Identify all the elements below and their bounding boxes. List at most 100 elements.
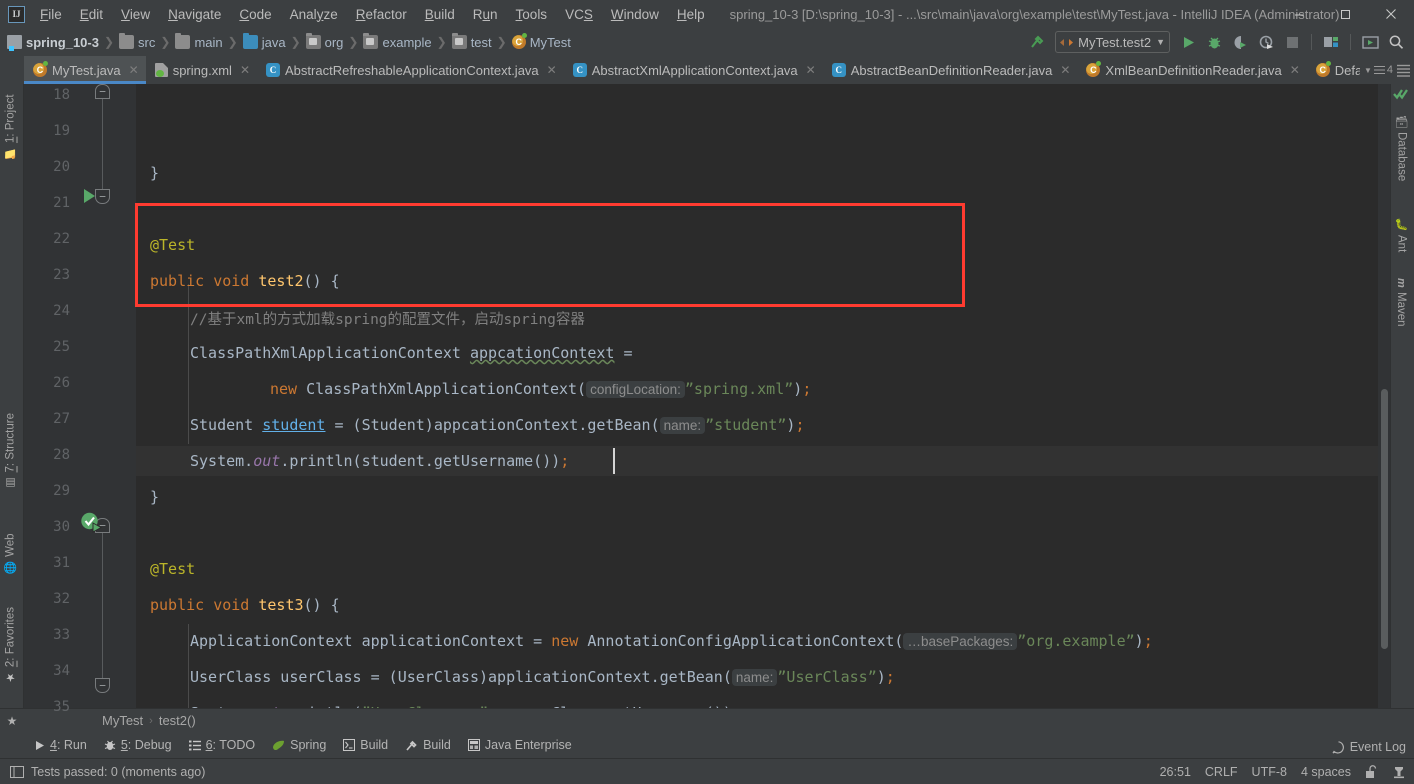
todo-icon (188, 740, 201, 750)
close-icon[interactable]: ✕ (240, 63, 250, 77)
tab-abstractxmlapplicationcontext-java[interactable]: C AbstractXmlApplicationContext.java ✕ (564, 56, 823, 84)
menu-file[interactable]: File (31, 4, 71, 25)
project-structure-button[interactable] (1319, 30, 1343, 54)
sidebar-item-favorites[interactable]: ★ 2: Favorites (4, 603, 18, 688)
tool-window-label: 5: Debug (120, 738, 172, 752)
sidebar-item-web[interactable]: 🌐 Web (4, 529, 18, 578)
menu-view[interactable]: View (112, 4, 159, 25)
close-icon[interactable]: ✕ (1060, 63, 1070, 77)
breadcrumb-item-example[interactable]: example (363, 33, 432, 50)
sidebar-item-ant[interactable]: 🐛 Ant (1395, 214, 1408, 257)
sidebar-item-structure[interactable]: ▤ 7: Structure (4, 409, 18, 493)
code-editor-area[interactable]: } @Test public void test2() { //基于xml的方式… (136, 84, 1378, 708)
tool-window-run[interactable]: 4: Run (28, 735, 94, 755)
tab-xmlbeandefinitionreader-java[interactable]: C XmlBeanDefinitionReader.java ✕ (1077, 56, 1306, 84)
tab-abstractrefreshableapplicationcontext-java[interactable]: C AbstractRefreshableApplicationContext.… (257, 56, 564, 84)
breadcrumb-item-class[interactable]: C MyTest (511, 33, 571, 50)
menu-help[interactable]: Help (668, 4, 714, 25)
fold-marker-collapse[interactable]: − (95, 84, 110, 99)
tool-window-spring[interactable]: Spring (265, 735, 333, 755)
breadcrumb-item-main[interactable]: main (175, 33, 223, 50)
search-everywhere-icon[interactable] (1384, 30, 1408, 54)
preview-button[interactable] (1358, 30, 1382, 54)
tool-window-java-enterprise[interactable]: Java Enterprise (461, 735, 579, 755)
breadcrumb-item-module[interactable]: spring_10-3 (7, 35, 99, 51)
close-icon[interactable]: ✕ (129, 63, 139, 77)
code-line-21: public void test2() { (150, 272, 340, 290)
menu-tools[interactable]: Tools (507, 4, 557, 25)
tab-spring-xml[interactable]: spring.xml ✕ (146, 56, 257, 84)
code-line-29: @Test (150, 560, 195, 578)
minimize-button[interactable] (1276, 0, 1322, 28)
event-log-button[interactable]: Event Log (1332, 736, 1406, 758)
breadcrumb-class[interactable]: MyTest (102, 713, 143, 728)
fold-marker-collapse[interactable]: − (95, 678, 110, 693)
run-test-gutter-icon[interactable] (84, 189, 95, 203)
menu-analyze[interactable]: Analyze (281, 4, 347, 25)
run-button[interactable] (1176, 30, 1200, 54)
fold-marker-collapse[interactable]: − (95, 189, 110, 204)
build-project-button[interactable] (1025, 30, 1049, 54)
breadcrumb-item-src[interactable]: src (119, 33, 155, 50)
code-line-31: ApplicationContext applicationContext = … (190, 632, 1153, 650)
stop-button[interactable] (1280, 30, 1304, 54)
file-encoding[interactable]: UTF-8 (1252, 765, 1287, 779)
tool-window-terminal[interactable]: Build (336, 735, 395, 755)
favorites-star-icon[interactable]: ★ (0, 714, 24, 728)
sidebar-item-maven[interactable]: m Maven (1395, 274, 1407, 330)
close-icon[interactable]: ✕ (547, 63, 557, 77)
menu-window[interactable]: Window (602, 4, 668, 25)
sidebar-item-database[interactable]: 🗃 Database (1395, 110, 1408, 185)
editor-gutter[interactable]: 18 19 20 21 22 23 24 25 26 27 28 29 30 3… (24, 84, 136, 715)
window-controls (1276, 0, 1414, 28)
tab-label: spring.xml (172, 62, 232, 78)
breadcrumb-method[interactable]: test2() (159, 713, 196, 728)
toolbar-divider (1350, 34, 1351, 50)
close-button[interactable] (1368, 0, 1414, 28)
tool-window-todo[interactable]: 6: TODO (182, 735, 263, 755)
indent-setting[interactable]: 4 spaces (1301, 765, 1351, 779)
editor-settings-icon[interactable] (1397, 64, 1410, 77)
inspections-level-icon[interactable] (1392, 765, 1406, 779)
menu-navigate[interactable]: Navigate (159, 4, 230, 25)
line-separator[interactable]: CRLF (1205, 765, 1238, 779)
sidebar-item-project[interactable]: 📁 1: Project (4, 90, 18, 164)
menu-edit[interactable]: Edit (71, 4, 112, 25)
menu-run[interactable]: Run (464, 4, 507, 25)
build-hammer-icon (406, 740, 417, 751)
breadcrumb: spring_10-3 ❯ src ❯ main ❯ java ❯ org ❯ (0, 33, 571, 51)
caret-position[interactable]: 26:51 (1160, 765, 1191, 779)
debug-button[interactable] (1202, 30, 1226, 54)
tab-abstractbeandefinitionreader-java[interactable]: C AbstractBeanDefinitionReader.java ✕ (823, 56, 1078, 84)
scrollbar-thumb[interactable] (1381, 389, 1388, 649)
menu-code[interactable]: Code (230, 4, 280, 25)
menu-refactor[interactable]: Refactor (347, 4, 416, 25)
profiler-button[interactable] (1254, 30, 1278, 54)
breadcrumb-item-org[interactable]: org (305, 33, 343, 50)
tab-mytest-java[interactable]: C MyTest.java ✕ (24, 56, 146, 84)
main-menu: File Edit View Navigate Code Analyze Ref… (31, 0, 714, 28)
tab-label: AbstractXmlApplicationContext.java (591, 62, 798, 78)
run-with-coverage-button[interactable] (1228, 30, 1252, 54)
run-test-passed-gutter-icon[interactable] (80, 512, 103, 533)
tool-window-build[interactable]: Build Build (398, 735, 458, 755)
close-icon[interactable]: ✕ (806, 63, 816, 77)
tool-window-debug[interactable]: 5: Debug (97, 735, 179, 755)
breadcrumb-label: example (382, 34, 432, 50)
breadcrumb-item-java[interactable]: java (242, 33, 286, 50)
tab-overflow-button[interactable]: ▼ 4 (1364, 64, 1393, 76)
menu-build[interactable]: Build (416, 4, 464, 25)
maximize-button[interactable] (1322, 0, 1368, 28)
editor[interactable]: 18 19 20 21 22 23 24 25 26 27 28 29 30 3… (24, 84, 1390, 715)
close-icon[interactable]: ✕ (1290, 63, 1300, 77)
class-icon: C (511, 33, 527, 49)
editor-scrollbar[interactable] (1378, 84, 1390, 708)
annotation-token: @Test (150, 560, 196, 578)
run-configuration-selector[interactable]: MyTest.test2 ▼ (1055, 31, 1170, 53)
inspection-status-icon[interactable] (1393, 86, 1411, 102)
breadcrumb-separator: ❯ (103, 35, 115, 49)
fold-region-line (102, 92, 103, 196)
menu-vcs[interactable]: VCS (556, 4, 602, 25)
unlocked-icon[interactable] (1365, 764, 1378, 779)
breadcrumb-item-test[interactable]: test (451, 33, 492, 50)
